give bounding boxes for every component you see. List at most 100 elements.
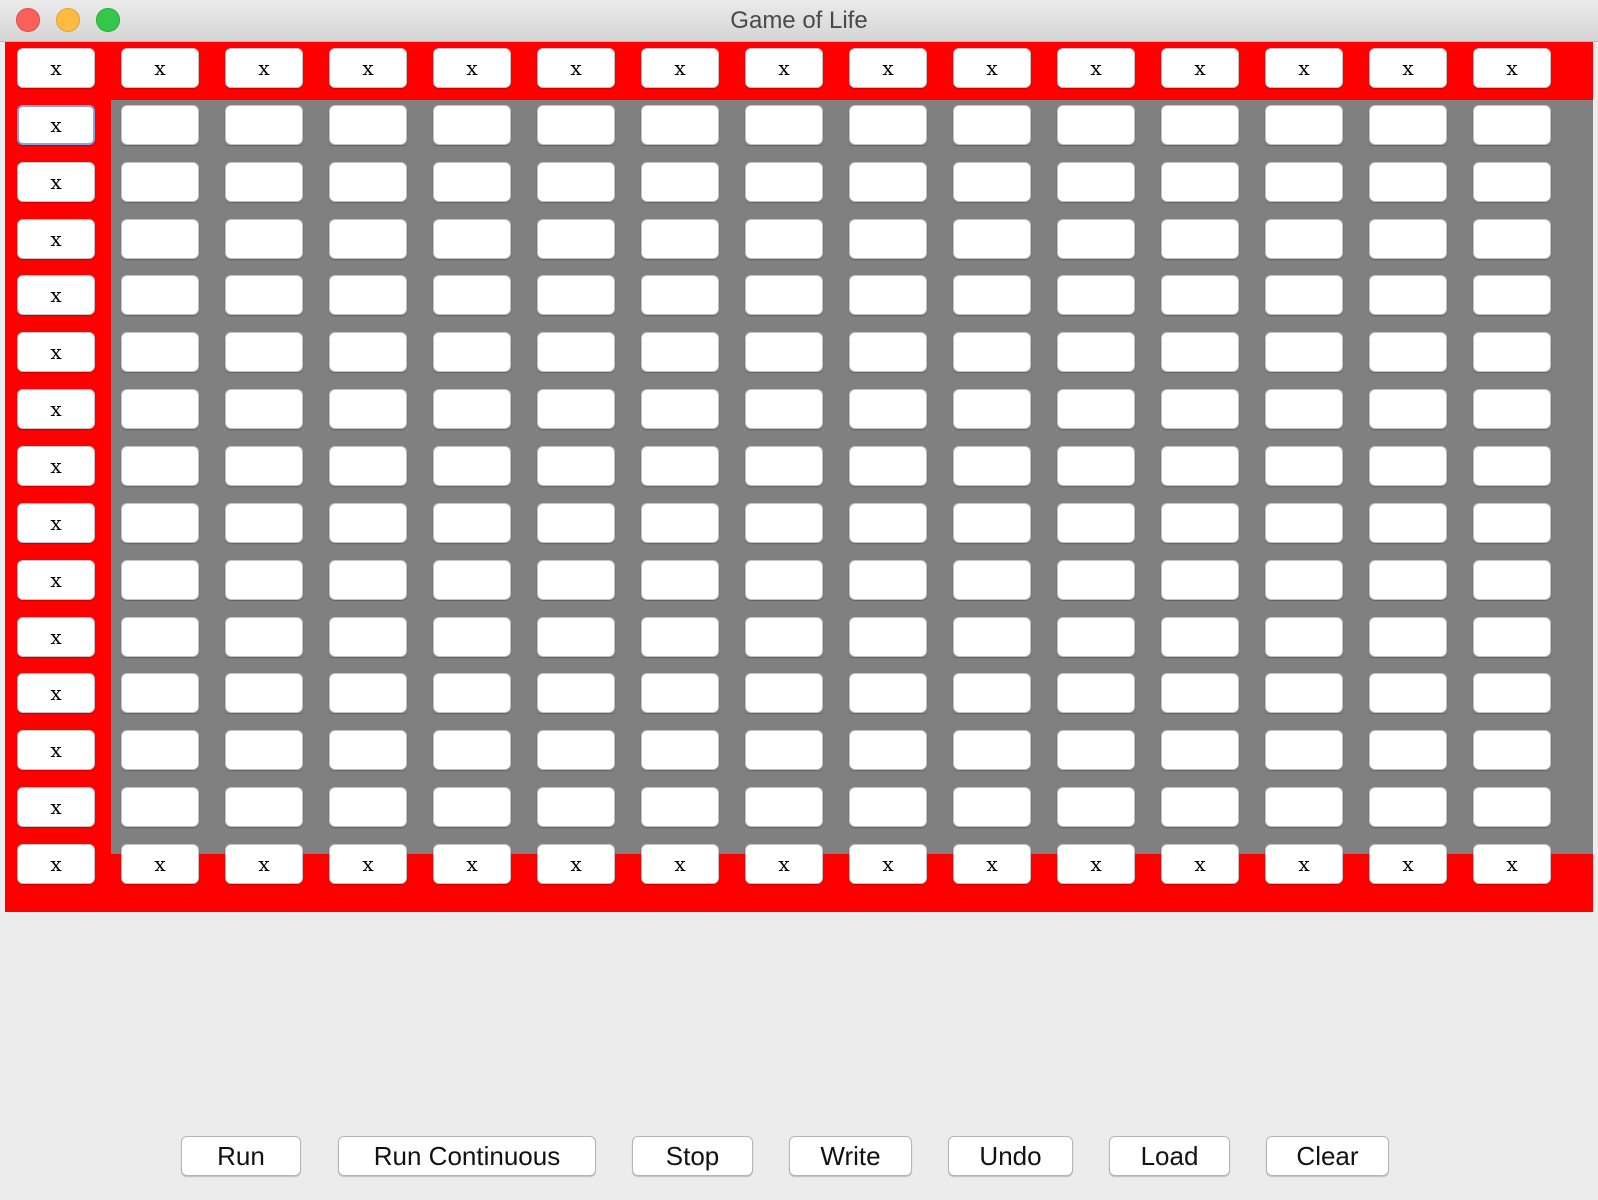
grid-cell[interactable] <box>641 162 719 202</box>
grid-cell[interactable] <box>1369 730 1447 770</box>
grid-cell[interactable] <box>1473 787 1551 827</box>
grid-cell[interactable] <box>953 219 1031 259</box>
load-button[interactable]: Load <box>1109 1136 1230 1176</box>
border-cell[interactable]: x <box>849 844 927 884</box>
grid-cell[interactable] <box>225 730 303 770</box>
grid-cell[interactable] <box>121 105 199 145</box>
grid-cell[interactable] <box>1057 673 1135 713</box>
grid-cell[interactable] <box>849 446 927 486</box>
grid-cell[interactable] <box>1265 446 1343 486</box>
grid-cell[interactable] <box>849 787 927 827</box>
grid-cell[interactable] <box>1265 730 1343 770</box>
grid-cell[interactable] <box>537 275 615 315</box>
grid-cell[interactable] <box>225 162 303 202</box>
grid-cell[interactable] <box>1265 560 1343 600</box>
grid-cell[interactable] <box>849 617 927 657</box>
grid-cell[interactable] <box>1057 162 1135 202</box>
grid-cell[interactable] <box>745 162 823 202</box>
grid-cell[interactable] <box>745 219 823 259</box>
border-cell[interactable]: x <box>17 219 95 259</box>
border-cell[interactable]: x <box>1161 844 1239 884</box>
grid-cell[interactable] <box>1265 503 1343 543</box>
grid-cell[interactable] <box>121 503 199 543</box>
grid-cell[interactable] <box>537 446 615 486</box>
grid-cell[interactable] <box>953 617 1031 657</box>
grid-cell[interactable] <box>1161 673 1239 713</box>
grid-cell[interactable] <box>433 560 511 600</box>
grid-cell[interactable] <box>849 219 927 259</box>
grid-cell[interactable] <box>1473 332 1551 372</box>
border-cell[interactable]: x <box>641 48 719 88</box>
grid-cell[interactable] <box>849 730 927 770</box>
grid-cell[interactable] <box>1057 446 1135 486</box>
grid-cell[interactable] <box>537 617 615 657</box>
border-cell[interactable]: x <box>17 844 95 884</box>
grid-cell[interactable] <box>849 503 927 543</box>
grid-cell[interactable] <box>537 219 615 259</box>
grid-cell[interactable] <box>1161 162 1239 202</box>
grid-cell[interactable] <box>1369 673 1447 713</box>
grid-cell[interactable] <box>849 673 927 713</box>
grid-cell[interactable] <box>1265 389 1343 429</box>
grid-cell[interactable] <box>745 275 823 315</box>
grid-cell[interactable] <box>121 560 199 600</box>
grid-cell[interactable] <box>1057 503 1135 543</box>
border-cell[interactable]: x <box>1057 844 1135 884</box>
grid-cell[interactable] <box>1161 730 1239 770</box>
grid-cell[interactable] <box>121 730 199 770</box>
grid-cell[interactable] <box>329 560 407 600</box>
grid-cell[interactable] <box>537 787 615 827</box>
run-continuous-button[interactable]: Run Continuous <box>338 1136 596 1176</box>
grid-cell[interactable] <box>537 560 615 600</box>
grid-cell[interactable] <box>1369 332 1447 372</box>
grid-cell[interactable] <box>641 389 719 429</box>
border-cell[interactable]: x <box>17 162 95 202</box>
grid-cell[interactable] <box>433 332 511 372</box>
grid-cell[interactable] <box>745 389 823 429</box>
grid-cell[interactable] <box>849 105 927 145</box>
grid-cell[interactable] <box>1369 503 1447 543</box>
grid-cell[interactable] <box>1473 446 1551 486</box>
grid-cell[interactable] <box>433 389 511 429</box>
grid-cell[interactable] <box>225 617 303 657</box>
grid-cell[interactable] <box>641 560 719 600</box>
grid-cell[interactable] <box>225 673 303 713</box>
grid-cell[interactable] <box>1057 275 1135 315</box>
border-cell[interactable]: x <box>17 560 95 600</box>
grid-cell[interactable] <box>1369 446 1447 486</box>
grid-cell[interactable] <box>953 105 1031 145</box>
grid-cell[interactable] <box>1161 560 1239 600</box>
border-cell[interactable]: x <box>17 332 95 372</box>
grid-cell[interactable] <box>1161 787 1239 827</box>
border-cell[interactable]: x <box>433 844 511 884</box>
grid-cell[interactable] <box>745 617 823 657</box>
grid-cell[interactable] <box>1369 787 1447 827</box>
border-cell[interactable]: x <box>225 844 303 884</box>
grid-cell[interactable] <box>329 787 407 827</box>
grid-cell[interactable] <box>641 275 719 315</box>
grid-cell[interactable] <box>121 275 199 315</box>
grid-cell[interactable] <box>1057 332 1135 372</box>
write-button[interactable]: Write <box>789 1136 912 1176</box>
grid-cell[interactable] <box>537 105 615 145</box>
grid-cell[interactable] <box>537 332 615 372</box>
grid-cell[interactable] <box>1265 617 1343 657</box>
border-cell[interactable]: x <box>17 389 95 429</box>
border-cell[interactable]: x <box>537 844 615 884</box>
grid-cell[interactable] <box>121 446 199 486</box>
grid-cell[interactable] <box>953 503 1031 543</box>
grid-cell[interactable] <box>1473 389 1551 429</box>
grid-cell[interactable] <box>225 503 303 543</box>
grid-cell[interactable] <box>537 389 615 429</box>
grid-cell[interactable] <box>537 673 615 713</box>
grid-cell[interactable] <box>1057 730 1135 770</box>
grid-cell[interactable] <box>641 332 719 372</box>
grid-cell[interactable] <box>641 446 719 486</box>
grid-cell[interactable] <box>1265 332 1343 372</box>
grid-cell[interactable] <box>953 560 1031 600</box>
grid-cell[interactable] <box>641 219 719 259</box>
grid-cell[interactable] <box>329 219 407 259</box>
grid-cell[interactable] <box>745 332 823 372</box>
grid-cell[interactable] <box>121 673 199 713</box>
border-cell[interactable]: x <box>641 844 719 884</box>
